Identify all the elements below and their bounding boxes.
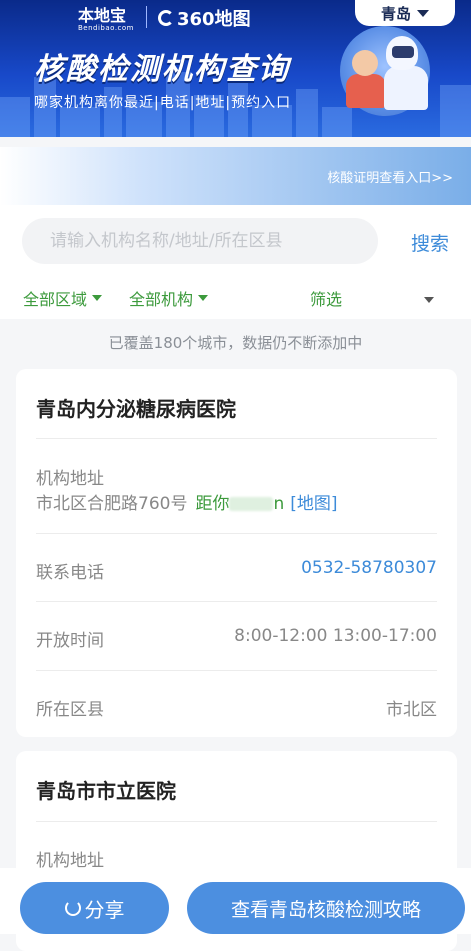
screen-filter[interactable]: 筛选 [310,286,342,310]
address-value: 市北区合肥路760号 [36,494,188,514]
map-link[interactable]: [地图] [290,494,337,514]
address-label: 机构地址 [36,469,104,489]
district-value: 市北区 [386,700,437,720]
certificate-entry-link[interactable]: 核酸证明查看入口>> [327,167,453,186]
distance-label: 距你 [195,494,230,514]
distance-unit: n [273,494,285,514]
divider [36,821,437,822]
bottom-action-bar: 分享 查看青岛核酸检测攻略 [0,868,471,934]
logo-divider [146,6,147,28]
city-selector[interactable]: 青岛 [355,0,455,26]
map360-logo: 360地图 [158,5,251,31]
search-section: 搜索 全部区域 全部机构 筛选 [0,205,471,319]
institution-card[interactable]: 青岛内分泌糖尿病医院 机构地址 市北区合肥路760号 距你 n [地图] 联系电话 0… [16,369,457,737]
region-filter-label: 全部区域 [23,290,88,309]
map360-ring-icon [158,10,174,26]
share-button-label: 分享 [84,897,125,922]
district-label: 所在区县 [36,700,104,720]
certificate-entry-bar: 核酸证明查看入口>> [0,147,471,205]
search-input[interactable] [22,218,378,264]
screen-filter-label: 筛选 [310,290,343,309]
institution-name: 青岛内分泌糖尿病医院 [36,397,236,421]
screen-filter-caret-icon[interactable] [424,297,434,303]
covid-test-guide-button[interactable]: 查看青岛核酸检测攻略 [187,882,465,934]
caret-down-icon [417,9,429,17]
map360-logo-text: 360地图 [177,9,251,30]
address-row: 市北区合肥路760号 距你 n [地图] [36,489,338,514]
divider [36,670,437,671]
share-button[interactable]: 分享 [20,882,169,934]
caret-down-icon [92,295,103,301]
distance-value-blurred [229,497,274,511]
hours-value: 8:00-12:00 13:00-17:00 [234,626,437,646]
institution-name: 青岛市市立医院 [36,779,176,803]
distance-info: 距你 n [195,494,284,514]
coverage-notice: 已覆盖180个城市，数据仍不断添加中 [108,334,363,352]
institution-filter-label: 全部机构 [129,290,194,309]
phone-label: 联系电话 [36,563,104,583]
bendibao-logo-text: 本地宝 [78,6,127,25]
phone-number-link[interactable]: 0532-58780307 [301,558,437,578]
search-button[interactable]: 搜索 [411,229,449,256]
institution-filter[interactable]: 全部机构 [129,286,209,310]
caret-down-icon [198,295,209,301]
swab-test-illustration [340,26,430,116]
bendibao-logo: 本地宝 Bendibao.com [78,2,134,32]
banner-subtitle: 哪家机构离你最近|电话|地址|预约入口 [34,95,292,111]
hours-label: 开放时间 [36,631,104,651]
share-icon [64,900,81,916]
city-selector-label: 青岛 [380,4,411,23]
divider [36,438,437,439]
divider [36,533,437,534]
header-banner: 本地宝 Bendibao.com 360地图 青岛 核酸检测机构查询 哪家机构离… [0,0,471,137]
divider [36,601,437,602]
region-filter[interactable]: 全部区域 [23,286,103,310]
bendibao-logo-subtext: Bendibao.com [78,24,135,32]
banner-title: 核酸检测机构查询 [34,52,290,87]
